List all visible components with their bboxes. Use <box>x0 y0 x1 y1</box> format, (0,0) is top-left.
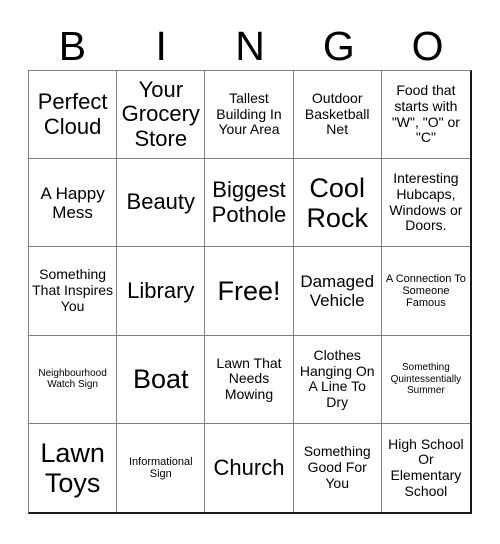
bingo-cell-label: Tallest Building In Your Area <box>216 90 282 138</box>
bingo-grid: Perfect Cloud Your Grocery Store Tallest B… <box>28 70 472 514</box>
bingo-cell-label: A Connection To Someone Famous <box>385 272 466 310</box>
bingo-cell[interactable]: Beauty <box>117 159 206 248</box>
bingo-cell-label: Cool Rock <box>306 172 368 233</box>
bingo-free-space-cell[interactable]: Free! <box>205 247 294 336</box>
bingo-cell[interactable]: Outdoor Basketball Net <box>293 71 382 160</box>
bingo-cell-label: Perfect Cloud <box>37 88 108 139</box>
bingo-cell-label: Your Grocery Store <box>121 76 200 151</box>
bingo-cell[interactable]: A Happy Mess <box>29 159 118 248</box>
bingo-cell[interactable]: Damaged Vehicle <box>293 247 382 336</box>
bingo-cell[interactable]: Tallest Building In Your Area <box>205 71 294 160</box>
bingo-cell[interactable]: Something Quintessentially Summer <box>381 335 470 424</box>
bingo-cell[interactable]: Informational Sign <box>117 423 206 512</box>
bingo-header-letter-i: I <box>155 22 167 69</box>
bingo-cell[interactable]: Boat <box>117 335 206 424</box>
bingo-cell-label: Damaged Vehicle <box>300 271 375 310</box>
bingo-cell-label: Church <box>213 454 285 480</box>
bingo-cell[interactable]: Your Grocery Store <box>117 71 206 160</box>
bingo-cell[interactable]: Library <box>117 247 206 336</box>
bingo-cell-label: Interesting Hubcaps, Windows or Doors. <box>389 170 463 234</box>
bingo-cell-label: Food that starts with "W", "O" or "C" <box>391 82 460 146</box>
bingo-cell-label: Outdoor Basketball Net <box>304 90 370 138</box>
bingo-cell-label: Neighbourhood Watch Sign <box>38 368 107 391</box>
bingo-cell-label: Something That Inspires You <box>32 266 114 314</box>
bingo-cell[interactable]: Biggest Pothole <box>205 159 294 248</box>
bingo-cell-label: Informational Sign <box>128 455 193 480</box>
bingo-cell-label: Free! <box>217 275 281 306</box>
bingo-cell[interactable]: Clothes Hanging On A Line To Dry <box>293 335 382 424</box>
bingo-cell[interactable]: Interesting Hubcaps, Windows or Doors. <box>381 159 470 248</box>
bingo-cell[interactable]: Food that starts with "W", "O" or "C" <box>381 71 470 160</box>
bingo-cell[interactable]: Lawn Toys <box>29 423 118 512</box>
bingo-cell-label: Boat <box>133 364 189 395</box>
bingo-cell[interactable]: A Connection To Someone Famous <box>381 247 470 336</box>
bingo-header-letter-g: G <box>322 22 355 69</box>
bingo-cell[interactable]: Something Good For You <box>293 423 382 512</box>
bingo-cell[interactable]: High School Or Elementary School <box>381 423 470 512</box>
bingo-cell-label: Clothes Hanging On A Line To Dry <box>299 346 375 410</box>
bingo-cell[interactable]: Lawn That Needs Mowing <box>205 335 294 424</box>
bingo-cell-label: Lawn That Needs Mowing <box>216 354 282 403</box>
bingo-cell-label: Biggest Pothole <box>211 177 287 227</box>
bingo-cell-label: Something Quintessentially Summer <box>390 362 462 396</box>
bingo-cell[interactable]: Cool Rock <box>293 159 382 248</box>
bingo-cell-label: High School Or Elementary School <box>388 435 464 499</box>
bingo-cell[interactable]: Neighbourhood Watch Sign <box>29 335 118 424</box>
bingo-header-letter-n: N <box>235 22 265 69</box>
bingo-cell-label: Beauty <box>126 189 196 215</box>
bingo-header-row: B I N G O <box>28 22 472 70</box>
bingo-header-letter-b: B <box>58 22 87 69</box>
bingo-cell-label: A Happy Mess <box>40 183 105 222</box>
bingo-cell-label: Library <box>127 277 195 303</box>
bingo-card: B I N G O Perfect Cloud Your Grocery Stor… <box>0 0 500 544</box>
bingo-header-letter-o: O <box>411 22 444 69</box>
bingo-cell[interactable]: Something That Inspires You <box>29 247 118 336</box>
bingo-cell-label: Lawn Toys <box>40 437 105 498</box>
bingo-cell-label: Something Good For You <box>303 443 371 491</box>
bingo-cell[interactable]: Perfect Cloud <box>29 71 118 160</box>
bingo-cell[interactable]: Church <box>205 423 294 512</box>
